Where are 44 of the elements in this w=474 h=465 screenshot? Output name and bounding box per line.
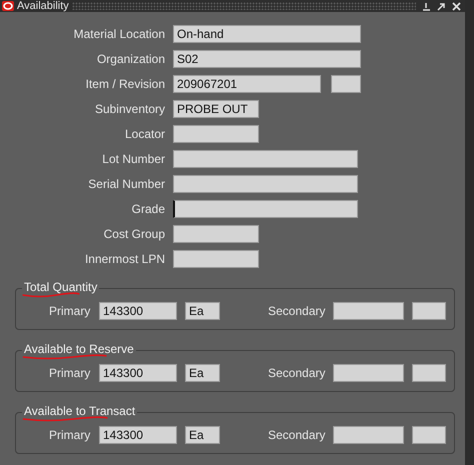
input-field[interactable] — [173, 174, 358, 192]
input-field[interactable] — [173, 200, 358, 218]
field-label: Organization — [96, 52, 166, 66]
logo-icon — [2, 1, 14, 11]
input-field[interactable] — [173, 224, 259, 242]
input-field[interactable] — [173, 124, 259, 142]
maximize-icon[interactable] — [437, 2, 446, 10]
uom-field[interactable]: Ea — [185, 302, 220, 320]
uom-field[interactable] — [412, 302, 446, 320]
field-label: Grade — [130, 202, 166, 216]
field-label: Subinventory — [94, 102, 166, 116]
field-label: Secondary — [268, 428, 325, 442]
input-field[interactable]: 209067201 — [173, 74, 321, 92]
field-label: Innermost LPN — [84, 252, 166, 266]
input-field[interactable]: PROBE OUT — [173, 100, 259, 118]
input-field[interactable] — [333, 426, 404, 444]
input-field[interactable]: S02 — [173, 50, 361, 68]
field-label: Lot Number — [101, 152, 166, 166]
field-label: Locator — [124, 126, 166, 140]
minimize-icon[interactable] — [422, 2, 431, 10]
input-field[interactable] — [173, 150, 358, 168]
window-title: Availability — [17, 0, 69, 12]
input-field[interactable]: 143300 — [99, 426, 177, 444]
field-label: Secondary — [268, 366, 325, 380]
input-field[interactable]: 143300 — [99, 302, 177, 320]
uom-field[interactable] — [412, 364, 446, 382]
uom-field[interactable]: Ea — [185, 364, 220, 382]
input-field[interactable]: 143300 — [99, 364, 177, 382]
field-label: Primary — [49, 366, 91, 380]
input-field[interactable] — [333, 364, 404, 382]
close-icon[interactable] — [452, 2, 461, 10]
field-label: Primary — [49, 304, 91, 318]
revision-field[interactable] — [331, 74, 361, 92]
field-label: Secondary — [268, 304, 325, 318]
uom-field[interactable] — [412, 426, 446, 444]
field-label: Material Location — [72, 26, 166, 40]
input-field[interactable] — [173, 250, 259, 268]
uom-field[interactable]: Ea — [185, 426, 220, 444]
field-label: Primary — [49, 428, 91, 442]
field-label: Cost Group — [102, 226, 166, 240]
input-field[interactable] — [333, 302, 404, 320]
field-label: Serial Number — [87, 176, 166, 190]
field-label: Item / Revision — [84, 76, 166, 90]
input-field[interactable]: On-hand — [173, 24, 361, 42]
